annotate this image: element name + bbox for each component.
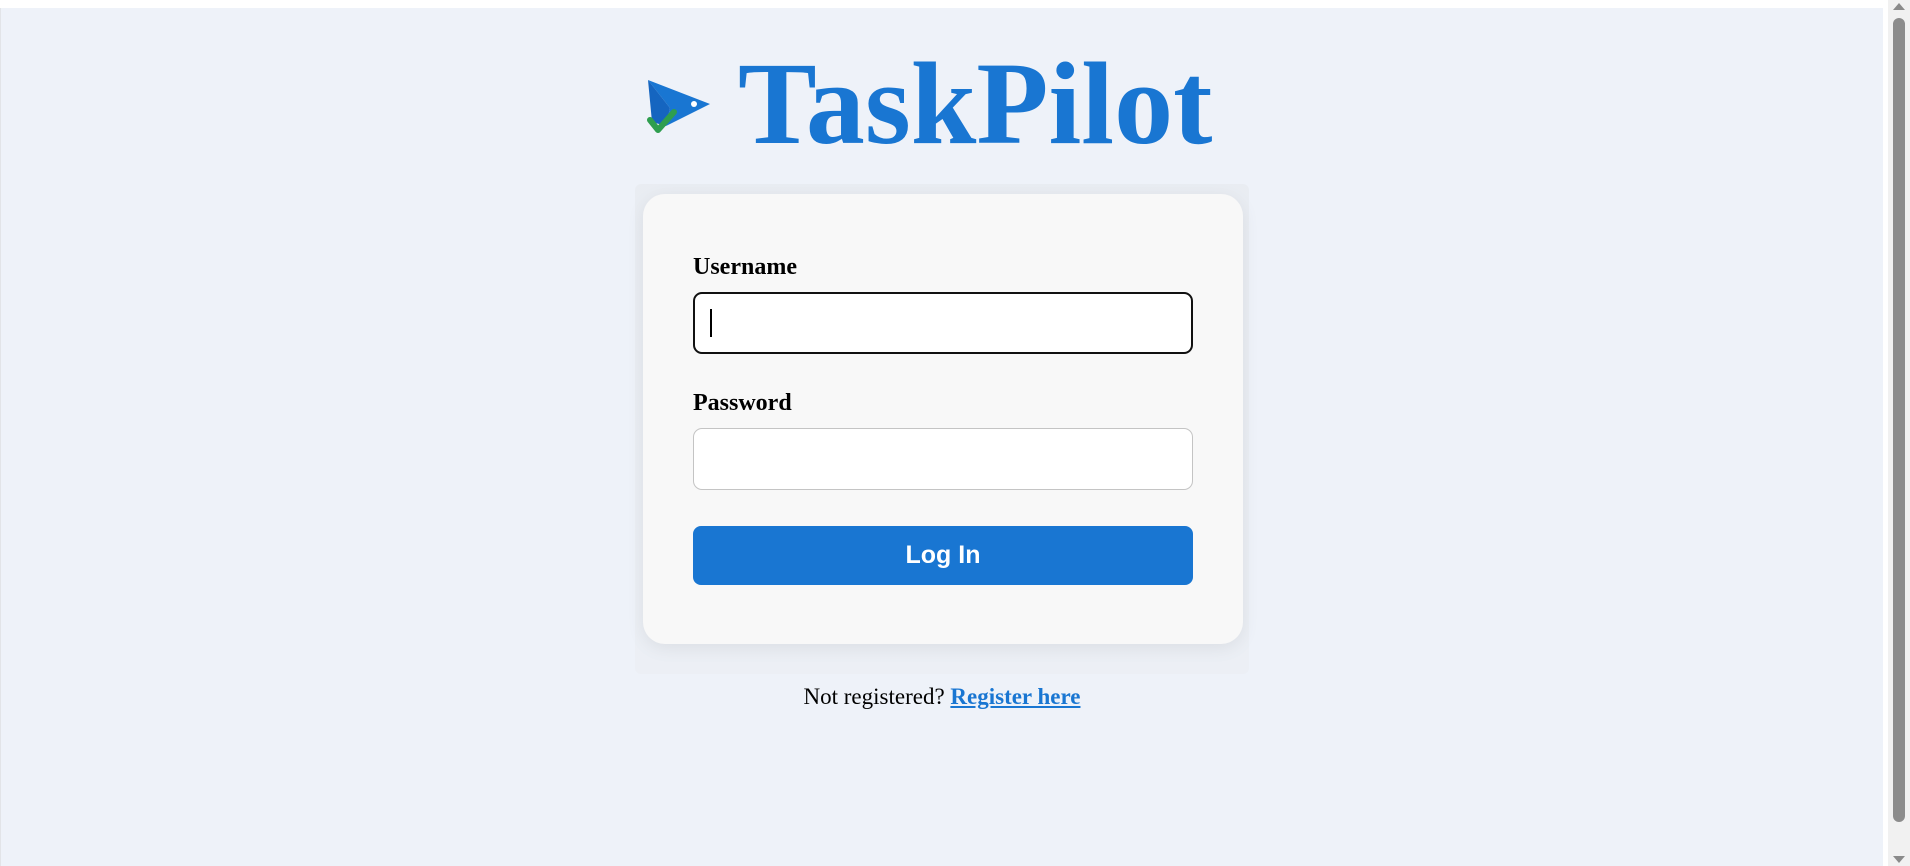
login-button[interactable]: Log In <box>693 526 1193 585</box>
app-logo: TaskPilot <box>644 44 1212 164</box>
login-card: Username Password Log In <box>643 194 1243 644</box>
vertical-scrollbar[interactable] <box>1888 0 1910 866</box>
page-background: TaskPilot Username Password Log In Not r… <box>0 8 1883 866</box>
text-caret <box>710 309 712 337</box>
username-label: Username <box>693 254 797 280</box>
app-name: TaskPilot <box>738 38 1213 169</box>
password-label: Password <box>693 390 792 416</box>
scroll-down-arrow-icon[interactable] <box>1893 856 1905 863</box>
register-prompt-text: Not registered? <box>803 684 945 709</box>
password-input[interactable] <box>693 428 1193 490</box>
scroll-up-arrow-icon[interactable] <box>1893 3 1905 10</box>
username-input[interactable] <box>693 292 1193 354</box>
paper-plane-check-icon <box>647 80 710 133</box>
register-link[interactable]: Register here <box>950 684 1080 709</box>
register-prompt-line: Not registered? Register here <box>1 684 1883 710</box>
scrollbar-thumb[interactable] <box>1893 18 1905 822</box>
